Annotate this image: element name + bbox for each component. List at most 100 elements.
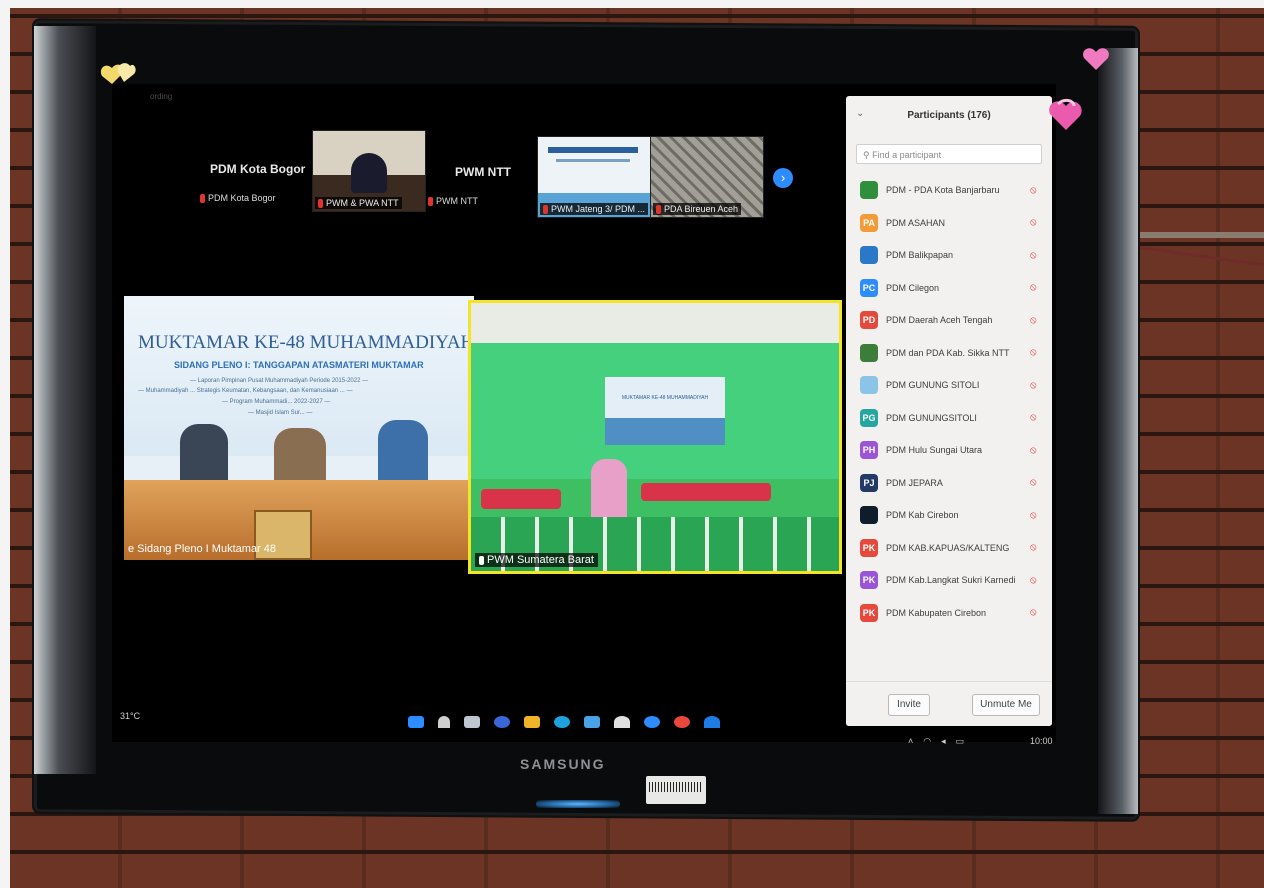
participant-row[interactable]: PC PDM Cilegon ⦸ <box>846 272 1052 305</box>
chrome-icon[interactable] <box>674 716 690 728</box>
gallery-tile-name: PWM NTT <box>455 165 511 179</box>
zoom-icon[interactable] <box>644 716 660 728</box>
store-icon[interactable] <box>584 716 600 728</box>
gallery-video-pwm-jateng[interactable]: PWM Jateng 3/ PDM ... <box>537 136 651 218</box>
mic-muted-icon[interactable]: ⦸ <box>1030 250 1037 261</box>
mic-muted-icon[interactable]: ⦸ <box>1030 185 1037 196</box>
app-icon[interactable] <box>614 716 630 728</box>
mic-muted-icon[interactable]: ⦸ <box>1030 347 1037 358</box>
avatar: PK <box>860 603 878 622</box>
participant-row[interactable]: PDM - PDA Kota Banjarbaru ⦸ <box>846 174 1052 207</box>
mic-muted-icon[interactable]: ⦸ <box>1030 282 1037 293</box>
participant-name: PDM Kab.Langkat Sukri Karnedi <box>886 575 1016 586</box>
avatar <box>860 506 878 525</box>
banner-line: — Masjid Islam Sur... — <box>248 410 313 416</box>
mic-muted-icon[interactable]: ⦸ <box>1030 510 1037 521</box>
participant-row[interactable]: PK PDM Kab.Langkat Sukri Karnedi ⦸ <box>846 564 1052 597</box>
avatar <box>860 246 878 265</box>
participant-row[interactable]: PDM Kab Cirebon ⦸ <box>846 499 1052 532</box>
speaker-icon[interactable]: ◂ <box>941 736 946 747</box>
mic-muted-icon[interactable]: ⦸ <box>1030 412 1037 423</box>
participant-row[interactable]: PDM dan PDA Kab. Sikka NTT ⦸ <box>846 337 1052 370</box>
unmute-me-button[interactable]: Unmute Me <box>972 694 1040 716</box>
participant-row[interactable]: PG PDM GUNUNGSITOLI ⦸ <box>846 402 1052 435</box>
participant-row[interactable]: PDM Balikpapan ⦸ <box>846 239 1052 272</box>
main-video-label-text: e Sidang Pleno I Muktamar 48 <box>128 543 276 555</box>
chevron-up-icon[interactable]: ˄ <box>908 736 913 747</box>
mic-muted-icon[interactable]: ⦸ <box>1030 575 1037 586</box>
edge-icon[interactable] <box>554 716 570 728</box>
mic-muted-icon[interactable]: ⦸ <box>1030 607 1037 618</box>
mic-muted-icon[interactable]: ⦸ <box>1030 477 1037 488</box>
participant-search-input[interactable]: ⚲ Find a participant <box>856 144 1042 164</box>
banner-line: — Muhammadiyah ... Strategis Keumatan, K… <box>138 388 353 394</box>
participant-list: PDM - PDA Kota Banjarbaru ⦸ PA PDM ASAHAN ⦸ P… <box>846 174 1052 629</box>
speaker-figure <box>378 420 428 484</box>
banner-line: — Program Muhammadi... 2022-2027 — <box>222 399 331 405</box>
gallery-video-pda-bireuen[interactable]: PDA Bireuen Aceh <box>650 136 764 218</box>
participant-row[interactable]: PH PDM Hulu Sungai Utara ⦸ <box>846 434 1052 467</box>
chair-row <box>641 483 771 501</box>
avatar: PK <box>860 538 878 557</box>
participant-row[interactable]: PK PDM Kabupaten Cirebon ⦸ <box>846 597 1052 630</box>
participant-row[interactable]: PK PDM KAB.KAPUAS/KALTENG ⦸ <box>846 532 1052 565</box>
main-video-label-text: PWM Sumatera Barat <box>487 554 594 566</box>
tv-brand-logo: SAMSUNG <box>520 756 606 772</box>
banner-line: — Laporan Pimpinan Pusat Muhammadiyah Pe… <box>190 378 369 384</box>
avatar <box>860 343 878 362</box>
participant-row[interactable]: PJ PDM JEPARA ⦸ <box>846 467 1052 500</box>
avatar: PA <box>860 213 878 232</box>
mic-muted-icon[interactable]: ⦸ <box>1030 445 1037 456</box>
participant-row[interactable]: PA PDM ASAHAN ⦸ <box>846 207 1052 240</box>
participant-name: PDM Cilegon <box>886 282 940 293</box>
invite-button[interactable]: Invite <box>888 694 930 716</box>
mic-muted-icon[interactable]: ⦸ <box>1030 315 1037 326</box>
participant-row[interactable]: PDM GUNUNG SITOLI ⦸ <box>846 369 1052 402</box>
mic-muted-icon <box>318 198 323 208</box>
folder-icon[interactable] <box>524 716 540 728</box>
chevron-right-icon: › <box>780 170 786 185</box>
gallery-video-label-text: PDA Bireuen Aceh <box>664 204 739 214</box>
pink-heart-decoration <box>1049 98 1082 130</box>
mic-muted-icon <box>200 193 205 203</box>
mic-muted-icon[interactable]: ⦸ <box>1030 542 1037 553</box>
search-icon[interactable] <box>438 716 450 728</box>
main-video-sidang-pleno[interactable]: MUKTAMAR KE-48 MUHAMMADIYAH SIDANG PLENO… <box>124 296 474 560</box>
main-video-pwm-sumatera-barat[interactable]: MUKTAMAR KE-48 MUHAMMADIYAH PWM Sumatera… <box>468 300 842 574</box>
participant-name: PDM KAB.KAPUAS/KALTENG <box>886 542 1010 553</box>
participant-row[interactable]: PD PDM Daerah Aceh Tengah ⦸ <box>846 304 1052 337</box>
participant-name: PDM JEPARA <box>886 477 943 488</box>
participants-footer: Invite Unmute Me <box>846 681 1052 726</box>
avatar: PK <box>860 571 878 590</box>
tv-sticker <box>646 776 706 804</box>
wall-banner-title: MUKTAMAR KE-48 MUHAMMADIYAH <box>621 395 709 401</box>
avatar: PH <box>860 441 878 460</box>
battery-icon[interactable]: ▭ <box>956 736 965 747</box>
speaker-figure <box>591 459 627 523</box>
start-icon[interactable] <box>408 716 424 728</box>
gallery-video-label-text: PWM & PWA NTT <box>326 198 399 208</box>
speaker-figure <box>274 428 326 484</box>
mic-muted-icon[interactable]: ⦸ <box>1030 380 1037 391</box>
banner-strip <box>548 147 638 153</box>
mic-muted-icon[interactable]: ⦸ <box>1030 217 1037 228</box>
gallery-next-button[interactable]: › <box>773 168 793 188</box>
participant-name: PDM Balikpapan <box>886 250 954 261</box>
windows-taskbar <box>408 716 720 728</box>
wifi-icon[interactable]: ◠ <box>923 736 931 747</box>
wall-banner: MUKTAMAR KE-48 MUHAMMADIYAH <box>605 377 725 445</box>
chat-icon[interactable] <box>494 716 510 728</box>
gallery-video-pwm-pwa-ntt[interactable]: PWM & PWA NTT <box>312 130 426 212</box>
participant-name: PDM dan PDA Kab. Sikka NTT <box>886 347 1010 358</box>
weather-temperature: 31°C <box>120 711 141 721</box>
participant-name: PDM GUNUNG SITOLI <box>886 380 980 391</box>
cable <box>1128 232 1264 238</box>
app-icon[interactable] <box>704 716 720 728</box>
chair-row <box>481 489 561 509</box>
task-view-icon[interactable] <box>464 716 480 728</box>
mic-icon <box>479 555 484 565</box>
barcode <box>649 782 703 792</box>
search-placeholder: Find a participant <box>872 150 942 160</box>
participant-name: PDM Kabupaten Cirebon <box>886 607 987 618</box>
mic-muted-icon <box>428 196 433 206</box>
